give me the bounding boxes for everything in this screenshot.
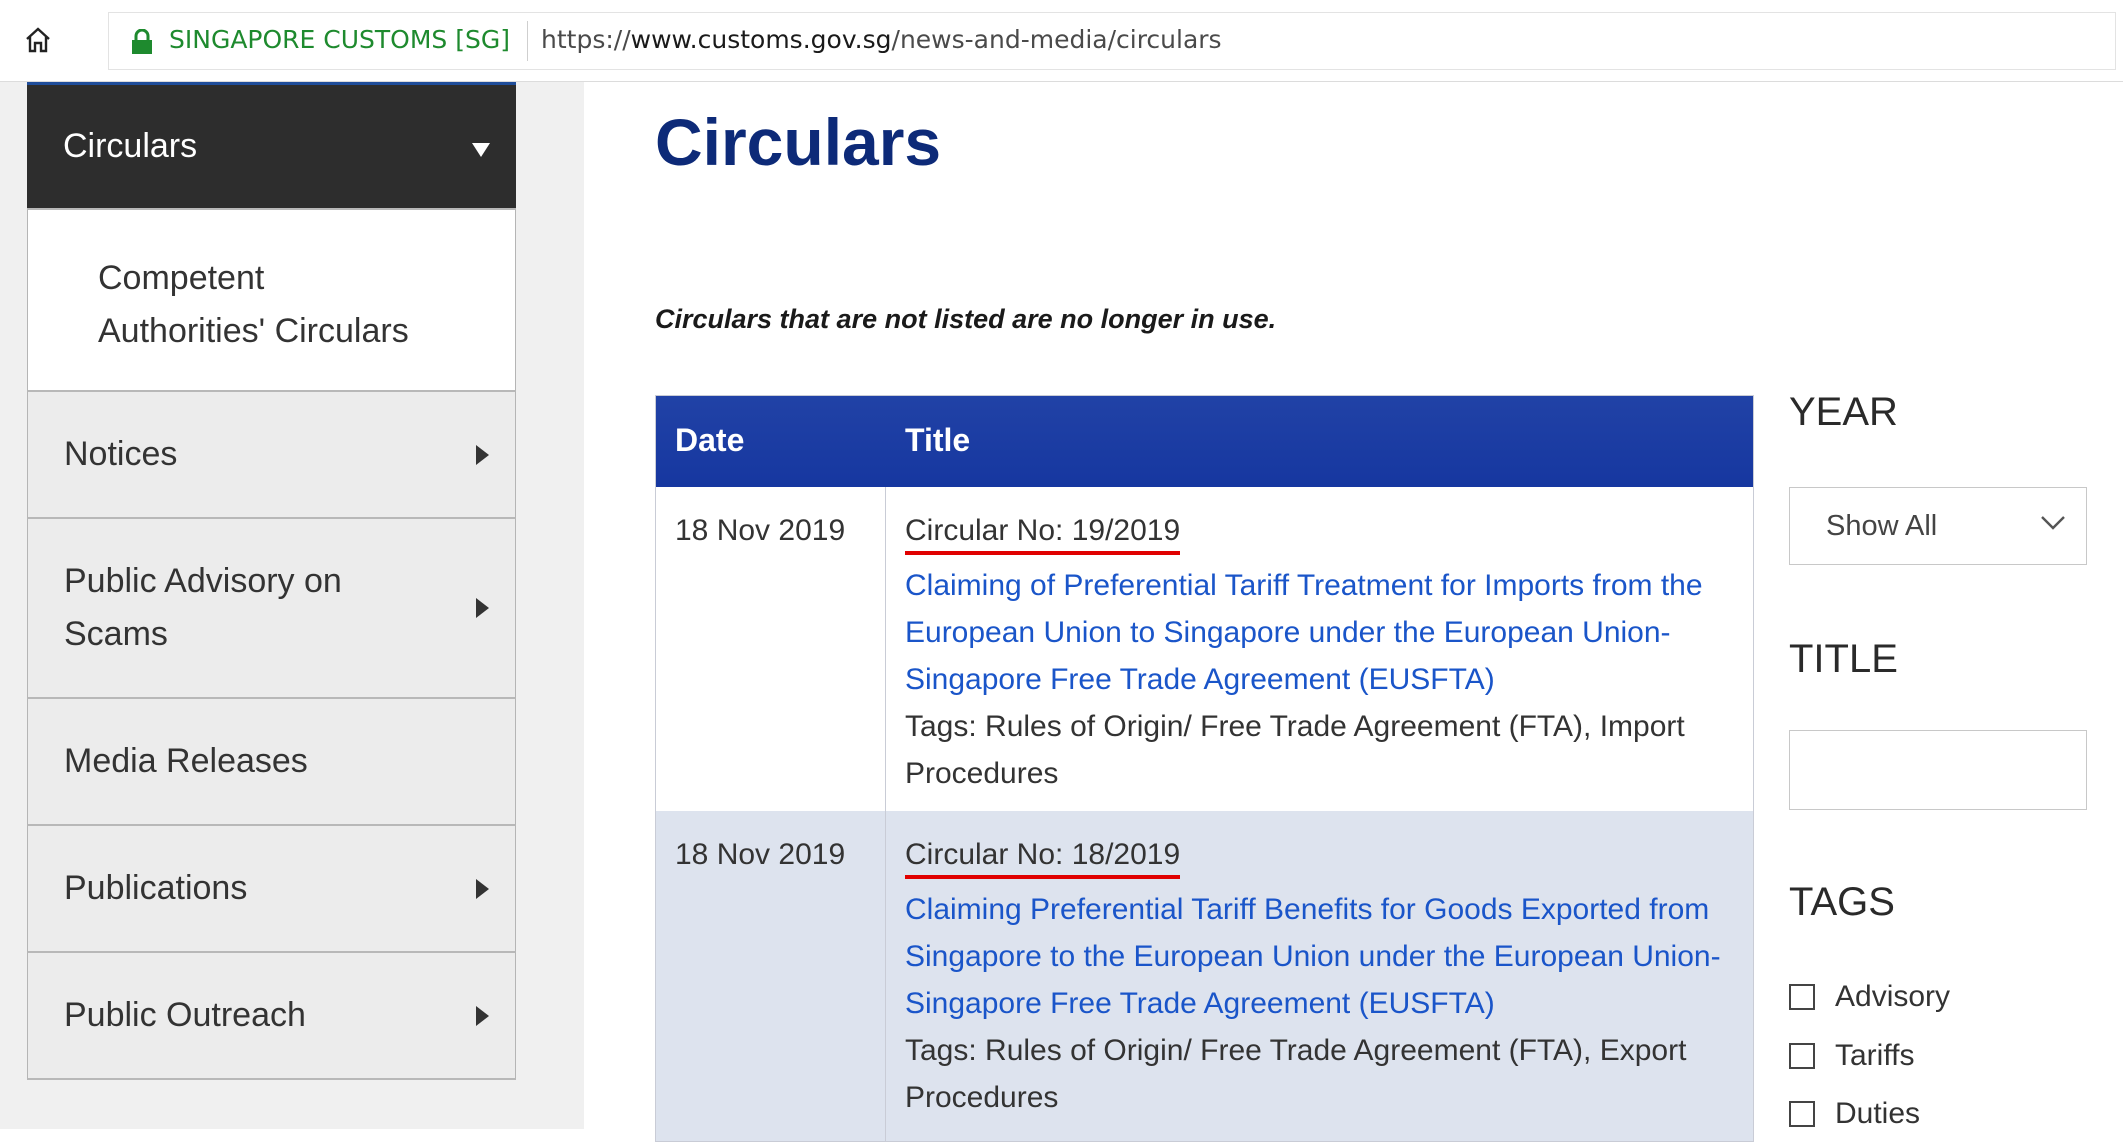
cell-divider <box>885 487 886 811</box>
title-filter-heading: TITLE <box>1789 637 1898 681</box>
sidebar-item-media-releases[interactable]: Media Releases <box>27 699 516 826</box>
sidebar-nav: Circulars Competent Authorities' Circula… <box>27 82 516 1080</box>
circular-tags: Tags: Rules of Origin/ Free Trade Agreem… <box>905 1034 1687 1114</box>
table-header: Date Title <box>656 396 1753 487</box>
page-title: Circulars <box>655 105 942 179</box>
circular-link[interactable]: Claiming Preferential Tariff Benefits fo… <box>905 886 1735 1027</box>
sidebar-item-label: Circulars <box>63 127 198 165</box>
tag-option-duties[interactable]: Duties <box>1789 1097 1920 1131</box>
sidebar-item-label: Public Outreach <box>64 996 306 1034</box>
sidebar-item-label: Media Releases <box>64 742 308 780</box>
lock-icon <box>131 28 153 55</box>
sidebar-item-label: Notices <box>64 435 178 473</box>
tag-option-advisory[interactable]: Advisory <box>1789 980 1950 1014</box>
caret-down-icon <box>472 143 490 157</box>
year-select-value: Show All <box>1826 510 1938 542</box>
sidebar-item-public-advisory-on-scams[interactable]: Public Advisory on Scams <box>27 519 516 699</box>
circular-link[interactable]: Claiming of Preferential Tariff Treatmen… <box>905 562 1735 703</box>
url-path: /news-and-media/circulars <box>891 25 1222 54</box>
sidebar-item-label: Public Advisory on Scams <box>64 562 342 653</box>
year-select[interactable]: Show All <box>1789 487 2087 565</box>
table-row: 18 Nov 2019 Circular No: 18/2019 Claimin… <box>656 811 1753 1141</box>
site-identity: SINGAPORE CUSTOMS [SG] <box>169 25 510 54</box>
url-prefix: https:// <box>541 25 631 54</box>
checkbox[interactable] <box>1789 1043 1815 1069</box>
url-separator <box>527 21 528 61</box>
circulars-notice: Circulars that are not listed are no lon… <box>655 304 1277 334</box>
sidebar-item-label: Publications <box>64 869 248 907</box>
home-icon[interactable] <box>18 20 58 60</box>
circular-number: Circular No: 18/2019 <box>905 835 1181 879</box>
sidebar-subitem-competent-authorities[interactable]: Competent Authorities' Circulars <box>27 210 516 392</box>
tag-option-tariffs[interactable]: Tariffs <box>1789 1039 1914 1073</box>
chevron-down-icon <box>2040 514 2066 532</box>
title-search-input[interactable] <box>1789 730 2087 810</box>
sidebar-subitem-label: Competent Authorities' Circulars <box>98 259 409 350</box>
sidebar-item-notices[interactable]: Notices <box>27 392 516 519</box>
tag-label: Advisory <box>1835 980 1951 1013</box>
url-domain: www.customs.gov.sg <box>630 25 892 54</box>
tag-label: Duties <box>1835 1097 1921 1130</box>
browser-address-bar: SINGAPORE CUSTOMS [SG] https://www.custo… <box>0 0 2123 82</box>
caret-right-icon <box>476 1005 489 1026</box>
row-title-cell: Circular No: 18/2019 Claiming Preferenti… <box>905 831 1735 1121</box>
column-header-title: Title <box>905 422 971 458</box>
year-filter-heading: YEAR <box>1789 390 1898 434</box>
caret-right-icon <box>476 598 489 618</box>
sidebar-item-public-outreach[interactable]: Public Outreach <box>27 953 516 1080</box>
checkbox[interactable] <box>1789 1101 1815 1127</box>
checkbox[interactable] <box>1789 984 1815 1010</box>
tag-label: Tariffs <box>1835 1039 1915 1072</box>
cell-divider <box>885 811 886 1141</box>
caret-right-icon <box>476 444 489 465</box>
sidebar-item-circulars[interactable]: Circulars <box>27 82 516 210</box>
url-text[interactable]: https://www.customs.gov.sg/news-and-medi… <box>541 25 1222 54</box>
url-field[interactable]: SINGAPORE CUSTOMS [SG] https://www.custo… <box>108 12 2116 70</box>
table-row: 18 Nov 2019 Circular No: 19/2019 Claimin… <box>656 487 1753 811</box>
sidebar-item-publications[interactable]: Publications <box>27 826 516 953</box>
column-header-date: Date <box>675 422 745 458</box>
caret-right-icon <box>476 878 489 899</box>
row-date: 18 Nov 2019 <box>675 838 846 871</box>
circular-number: Circular No: 19/2019 <box>905 511 1181 555</box>
row-title-cell: Circular No: 19/2019 Claiming of Prefere… <box>905 507 1735 797</box>
circulars-table: Date Title 18 Nov 2019 Circular No: 19/2… <box>655 395 1754 1142</box>
tags-filter-heading: TAGS <box>1789 880 1895 924</box>
row-date: 18 Nov 2019 <box>675 514 846 547</box>
circular-tags: Tags: Rules of Origin/ Free Trade Agreem… <box>905 710 1685 790</box>
